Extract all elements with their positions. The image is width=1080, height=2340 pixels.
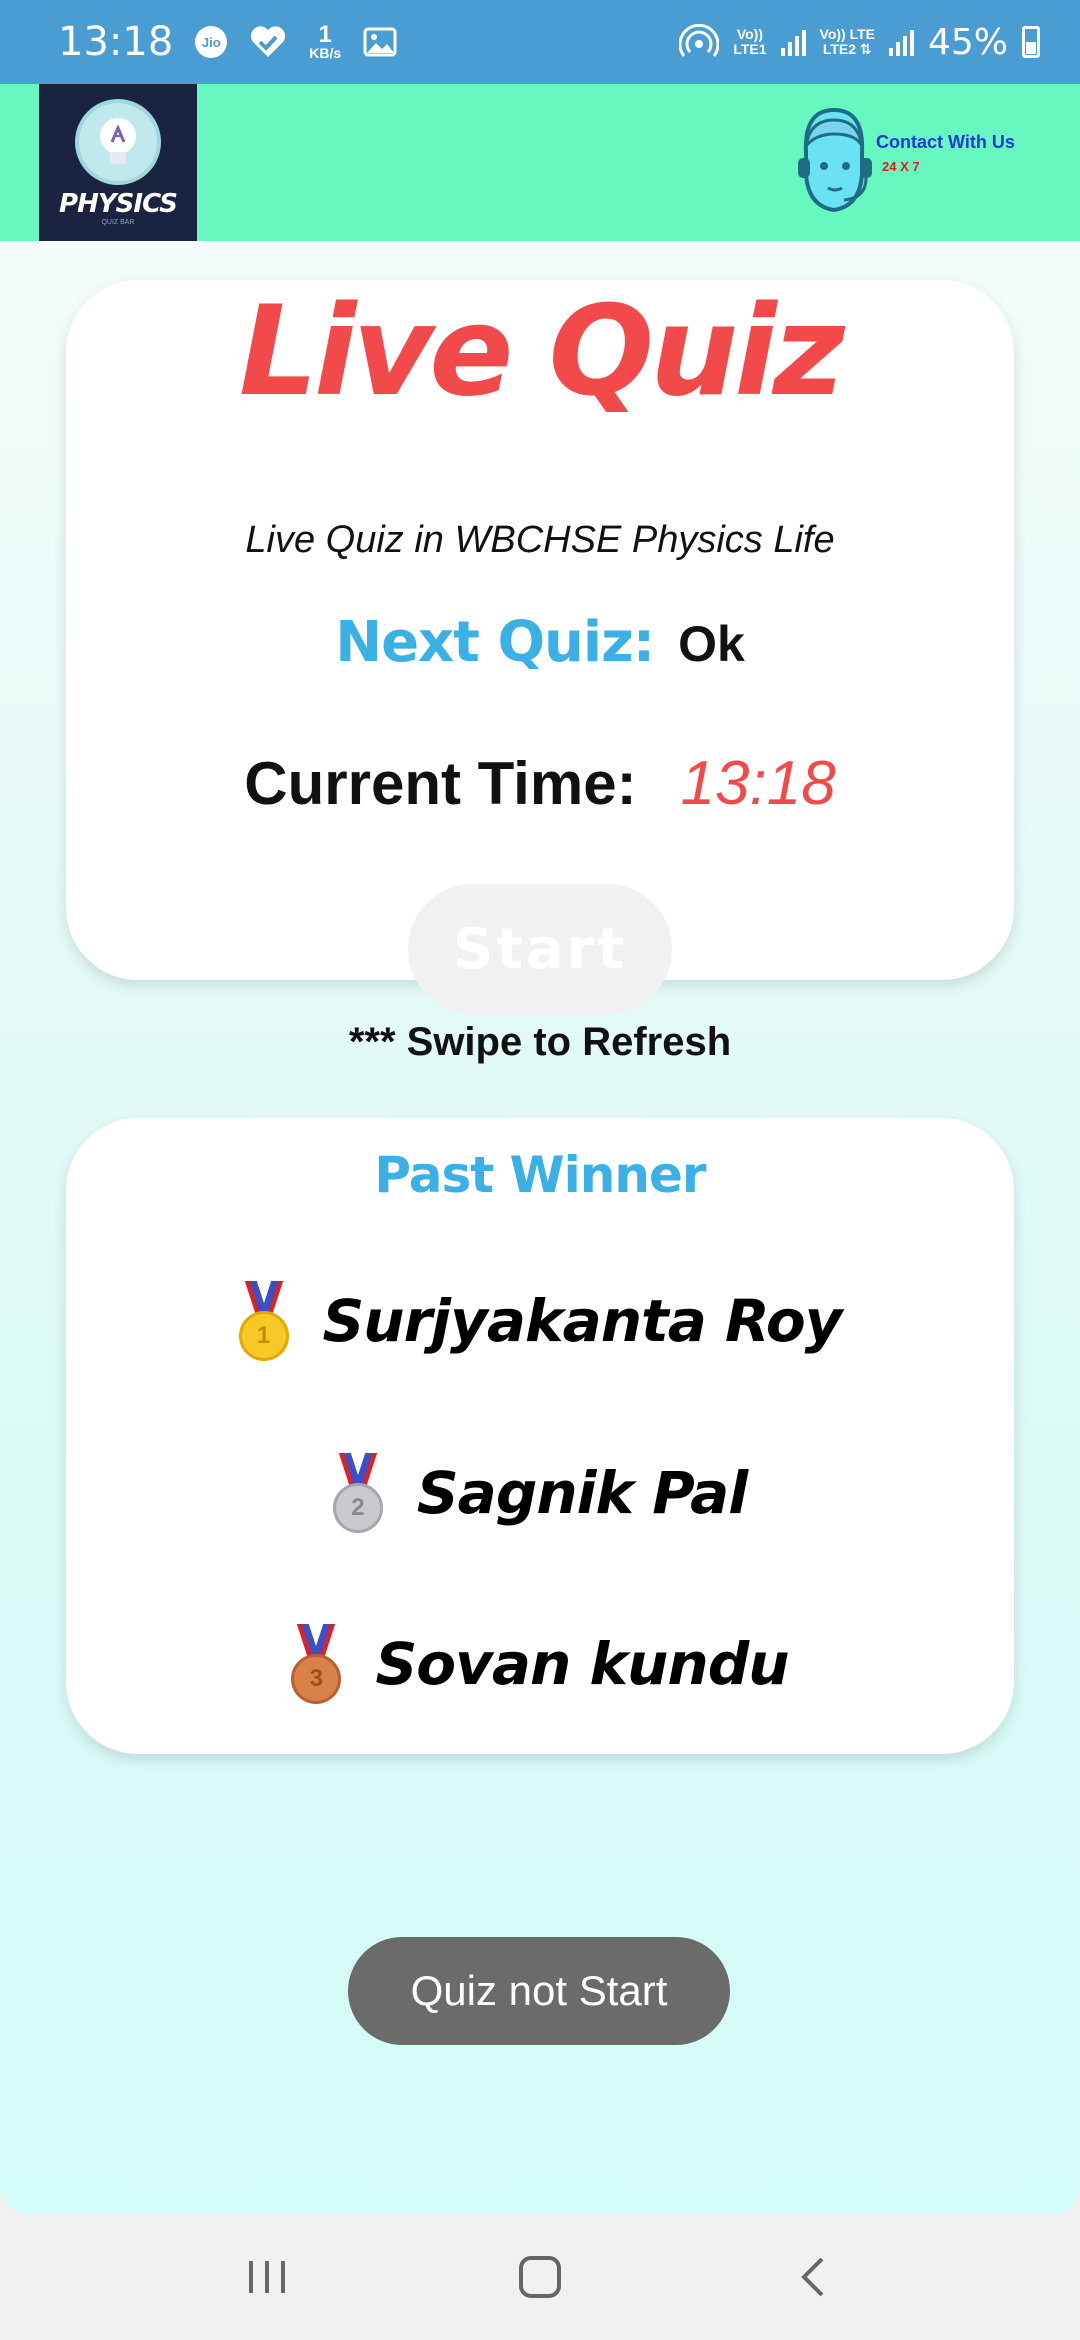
next-quiz-row: Next Quiz: Ok xyxy=(66,610,1014,675)
heart-check-icon xyxy=(249,25,287,59)
current-time-row: Current Time: 13:18 xyxy=(66,748,1014,819)
bronze-medal-icon: 3 xyxy=(291,1624,342,1704)
live-quiz-card: Live Quiz Live Quiz in WBCHSE Physics Li… xyxy=(66,280,1014,1014)
gold-medal-icon: 1 xyxy=(238,1281,289,1361)
sim2-signal-icon xyxy=(888,28,914,56)
navigation-bar xyxy=(0,2214,1080,2340)
hotspot-icon xyxy=(679,24,720,60)
winner-row: 1 Surjyakanta Roy xyxy=(66,1281,1014,1361)
next-quiz-label: Next Quiz: xyxy=(335,610,655,675)
past-winner-card: Past Winner 1 Surjyakanta Roy 2 Sagnik P… xyxy=(66,1118,1014,1754)
winner-row: 2 Sagnik Pal xyxy=(66,1453,1014,1533)
status-time: 13:18 xyxy=(58,19,174,65)
winner-name: Sovan kundu xyxy=(375,1630,789,1698)
silver-medal-icon: 2 xyxy=(332,1453,383,1533)
battery-percent: 45% xyxy=(927,21,1008,63)
status-bar: 13:18 Jio 1 KB/s Vo)) LTE1 Vo)) LTE LTE2 ⇅… xyxy=(0,0,1080,84)
contact-title: Contact With Us xyxy=(876,132,1015,152)
bulb-icon xyxy=(75,99,161,185)
winner-name: Sagnik Pal xyxy=(416,1459,748,1527)
recents-icon[interactable] xyxy=(217,2237,317,2317)
network-speed-value: 1 xyxy=(318,21,332,48)
back-icon[interactable] xyxy=(763,2237,863,2317)
start-button[interactable]: Start xyxy=(408,884,672,1014)
network-speed-unit: KB/s xyxy=(309,45,342,61)
gallery-icon xyxy=(363,27,397,57)
home-icon[interactable] xyxy=(490,2237,590,2317)
sim2-network: Vo)) LTE LTE2 ⇅ xyxy=(819,26,875,57)
network-speed: 1 KB/s xyxy=(309,21,342,61)
current-time-label: Current Time: xyxy=(244,750,637,817)
support-agent-icon xyxy=(786,102,872,213)
contact-subtitle: 24 X 7 xyxy=(882,159,920,174)
battery-icon xyxy=(1022,26,1040,58)
quiz-title: Live Quiz xyxy=(239,280,845,424)
next-quiz-value: Ok xyxy=(678,616,745,672)
winner-row: 3 Sovan kundu xyxy=(66,1624,1014,1704)
current-time-value: 13:18 xyxy=(680,749,836,818)
swipe-refresh-hint: *** Swipe to Refresh xyxy=(348,1020,732,1064)
physics-logo[interactable]: PHYSICS QUIZ BAR xyxy=(39,84,197,241)
contact-button[interactable]: Contact With Us 24 X 7 xyxy=(786,102,1015,222)
app-header: PHYSICS QUIZ BAR Contact With Us 24 X 7 xyxy=(0,84,1080,241)
jio-icon: Jio xyxy=(195,26,228,58)
sim1-network: Vo)) LTE1 xyxy=(733,26,767,57)
app-screen: PHYSICS QUIZ BAR Contact With Us 24 X 7 xyxy=(0,84,1080,2214)
past-winner-title: Past Winner xyxy=(374,1146,706,1204)
toast-message: Quiz not Start xyxy=(348,1937,730,2045)
quiz-subtitle: Live Quiz in WBCHSE Physics Life xyxy=(245,519,835,561)
logo-subtext: QUIZ BAR xyxy=(101,219,135,226)
winner-name: Surjyakanta Roy xyxy=(322,1287,843,1355)
logo-text: PHYSICS xyxy=(59,189,178,219)
sim1-signal-icon xyxy=(780,28,806,56)
